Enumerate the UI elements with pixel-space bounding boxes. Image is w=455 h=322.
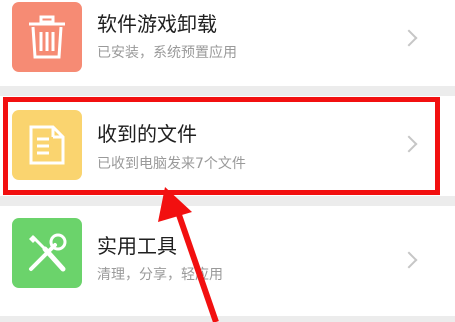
item-subtitle: 已收到电脑发来7个文件	[97, 156, 246, 172]
item-subtitle: 已安装，系统预置应用	[97, 45, 237, 61]
item-title: 实用工具	[97, 234, 177, 258]
item-title: 收到的文件	[97, 122, 197, 146]
chevron-right-icon	[400, 29, 418, 47]
list-item-tools[interactable]: 实用工具 清理，分享，轻应用	[0, 206, 455, 316]
list-item-uninstall[interactable]: 软件游戏卸载 已安装，系统预置应用	[0, 0, 455, 86]
chevron-right-icon	[400, 135, 418, 153]
list-item-received-files[interactable]: 收到的文件 已收到电脑发来7个文件	[0, 96, 455, 196]
item-title: 软件游戏卸载	[97, 12, 217, 36]
document-icon	[12, 110, 82, 180]
item-subtitle: 清理，分享，轻应用	[97, 267, 223, 283]
tools-icon	[12, 218, 82, 288]
chevron-right-icon	[400, 251, 418, 269]
trash-icon	[12, 2, 82, 72]
